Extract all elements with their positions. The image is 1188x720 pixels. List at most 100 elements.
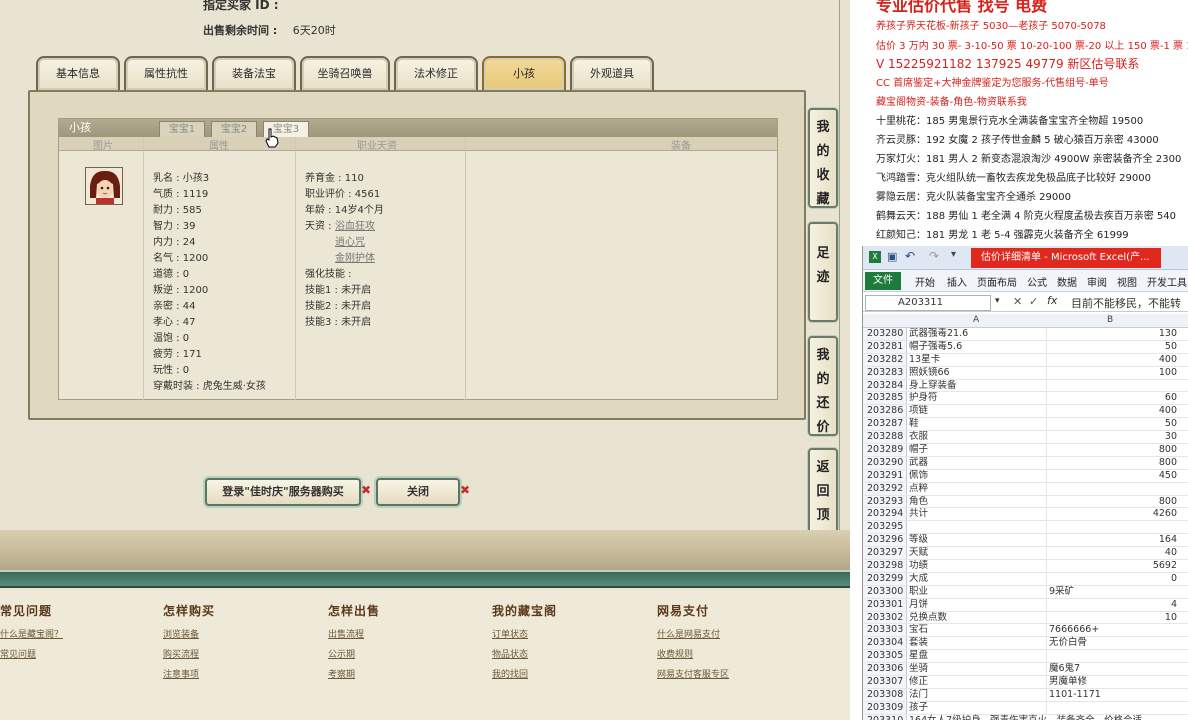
cell-b[interactable]: 60 — [1049, 392, 1179, 404]
cell-b[interactable]: 4 — [1049, 599, 1179, 611]
undo-icon[interactable]: ↶ — [905, 249, 915, 263]
cell-b[interactable]: 10 — [1049, 612, 1179, 624]
row-number[interactable]: 203290 — [863, 456, 907, 469]
excel-file-tab[interactable]: 文件 — [865, 272, 901, 290]
footer-link[interactable]: 浏览装备 — [163, 625, 215, 645]
row-number[interactable]: 203293 — [863, 495, 907, 508]
cell-b[interactable]: 30 — [1049, 431, 1179, 443]
cell-a[interactable]: 角色 — [909, 495, 1047, 508]
cell-b[interactable]: 800 — [1049, 496, 1179, 508]
tab-spells[interactable]: 法术修正 — [394, 56, 478, 90]
cell-a[interactable]: 佩饰 — [909, 469, 1047, 482]
cell-a[interactable]: 宝石 — [909, 624, 1047, 637]
row-number[interactable]: 203282 — [863, 353, 907, 366]
cell-b[interactable] — [1049, 521, 1179, 533]
footer-link[interactable]: 网易支付客服专区 — [657, 665, 729, 685]
cancel-icon[interactable]: ✕ — [1013, 295, 1022, 308]
footer-link[interactable]: 什么是藏宝阁？ — [0, 625, 63, 645]
cell-a[interactable]: 职业 — [909, 585, 1047, 598]
row-number[interactable]: 203289 — [863, 444, 907, 456]
row-number[interactable]: 203295 — [863, 521, 907, 534]
cell-a[interactable]: 项链 — [909, 405, 1047, 418]
cell-b[interactable]: 130 — [1049, 328, 1179, 340]
cell-a[interactable]: 孩子 — [909, 701, 1047, 714]
row-number[interactable]: 203298 — [863, 560, 907, 572]
side-counteroffer-button[interactable]: 我的还价 — [808, 336, 838, 436]
row-number[interactable]: 203287 — [863, 418, 907, 431]
save-icon[interactable]: ▣ — [887, 250, 897, 263]
cell-b[interactable]: 5692 — [1049, 560, 1179, 572]
footer-link[interactable]: 出售流程 — [328, 625, 380, 645]
cell-a[interactable]: 帽子强毒5.6 — [909, 340, 1047, 353]
tab-equipment[interactable]: 装备法宝 — [212, 56, 296, 90]
talent-link[interactable]: 金刚护体 — [335, 249, 375, 264]
cell-a[interactable]: 大成 — [909, 572, 1047, 585]
cell-a[interactable]: 点粹 — [909, 482, 1047, 495]
row-number[interactable]: 203304 — [863, 637, 907, 650]
cell-a[interactable]: 功绩 — [909, 560, 1047, 572]
cell-a[interactable]: 套装 — [909, 637, 1047, 650]
cell-a[interactable] — [909, 521, 1047, 534]
cell-a[interactable]: 衣服 — [909, 431, 1047, 444]
name-box[interactable]: A203311 — [865, 295, 991, 311]
ribbon-tab[interactable]: 审阅 — [1087, 274, 1107, 289]
buy-button[interactable]: 登录"佳时庆"服务器购买 — [205, 478, 361, 506]
cell-a[interactable]: 照妖镜66 — [909, 366, 1047, 379]
row-number[interactable]: 203302 — [863, 611, 907, 624]
ribbon-tab[interactable]: 开始 — [915, 274, 935, 289]
row-number[interactable]: 203291 — [863, 469, 907, 482]
row-number[interactable]: 203292 — [863, 482, 907, 495]
cell-a[interactable]: 鞋 — [909, 418, 1047, 431]
cell-b[interactable]: 50 — [1049, 418, 1179, 430]
cell-a[interactable]: 帽子 — [909, 444, 1047, 456]
side-footprint-button[interactable]: 足迹 — [808, 222, 838, 322]
cell-b[interactable]: 4260 — [1049, 508, 1179, 520]
close-button[interactable]: 关闭 — [376, 478, 460, 506]
footer-link[interactable]: 订单状态 — [492, 625, 557, 645]
row-number[interactable]: 203280 — [863, 328, 907, 340]
footer-link[interactable]: 购买流程 — [163, 645, 215, 665]
row-number[interactable]: 203303 — [863, 624, 907, 637]
ribbon-tab[interactable]: 页面布局 — [977, 274, 1017, 289]
cell-b[interactable]: 50 — [1049, 341, 1179, 353]
row-number[interactable]: 203284 — [863, 379, 907, 392]
row-number[interactable]: 203300 — [863, 585, 907, 598]
cell-b[interactable]: 40 — [1049, 547, 1179, 559]
tab-basic-info[interactable]: 基本信息 — [36, 56, 120, 90]
cell-a[interactable]: 13星卡 — [909, 353, 1047, 366]
footer-link[interactable]: 考察期 — [328, 665, 380, 685]
footer-link[interactable]: 收费规则 — [657, 645, 729, 665]
namebox-dropdown-icon[interactable]: ▾ — [995, 296, 1000, 306]
cell-b[interactable] — [1049, 715, 1179, 720]
cell-b[interactable] — [1049, 650, 1179, 662]
row-number[interactable]: 203305 — [863, 650, 907, 663]
cell-a[interactable]: 武器强毒21.6 — [909, 328, 1047, 340]
cell-a[interactable]: 武器 — [909, 456, 1047, 469]
cell-a[interactable]: 坐骑 — [909, 663, 1047, 676]
cell-b[interactable]: 800 — [1049, 444, 1179, 456]
cell-a[interactable]: 修正 — [909, 676, 1047, 688]
row-number[interactable]: 203306 — [863, 663, 907, 676]
row-number[interactable]: 203288 — [863, 431, 907, 444]
cell-b[interactable]: 1101-1171 — [1049, 689, 1179, 701]
ribbon-tab[interactable]: 公式 — [1027, 274, 1047, 289]
cell-b[interactable]: 0 — [1049, 573, 1179, 585]
cell-b[interactable]: 9采矿 — [1049, 586, 1179, 598]
redo-icon[interactable]: ↷ — [929, 249, 939, 263]
row-number[interactable]: 203296 — [863, 534, 907, 547]
cell-b[interactable] — [1049, 380, 1179, 392]
row-number[interactable]: 203310 — [863, 714, 907, 720]
footer-link[interactable]: 注意事项 — [163, 665, 215, 685]
cell-b[interactable]: 400 — [1049, 354, 1179, 366]
row-number[interactable]: 203301 — [863, 598, 907, 611]
ribbon-tab[interactable]: 视图 — [1117, 274, 1137, 289]
ribbon-tab[interactable]: 插入 — [947, 274, 967, 289]
cell-a[interactable]: 月饼 — [909, 598, 1047, 611]
cell-b[interactable]: 800 — [1049, 457, 1179, 469]
function-icon[interactable]: fx — [1047, 294, 1057, 307]
cell-b[interactable]: 164 — [1049, 534, 1179, 546]
cell-b[interactable] — [1049, 702, 1179, 714]
row-number[interactable]: 203297 — [863, 547, 907, 560]
footer-link[interactable]: 什么是网易支付 — [657, 625, 729, 645]
row-number[interactable]: 203308 — [863, 688, 907, 701]
